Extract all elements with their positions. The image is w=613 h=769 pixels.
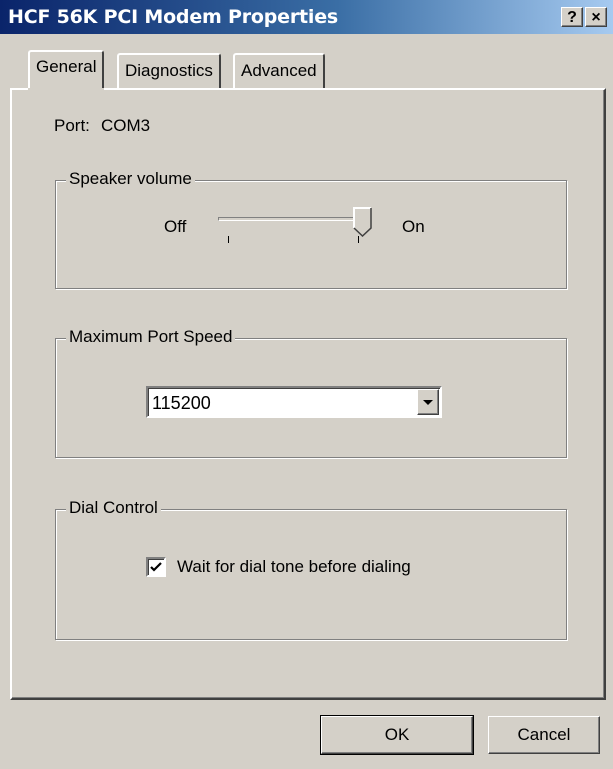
port-speed-title: Maximum Port Speed bbox=[66, 327, 236, 347]
speaker-volume-thumb[interactable] bbox=[353, 207, 373, 237]
check-icon bbox=[150, 562, 162, 572]
speaker-off-label: Off bbox=[164, 217, 187, 236]
speaker-volume-group: Speaker volume bbox=[55, 169, 567, 289]
wait-dial-tone-checkbox[interactable] bbox=[146, 557, 166, 577]
port-speed-value: 115200 bbox=[152, 393, 211, 413]
port-label: Port: bbox=[54, 116, 90, 135]
speaker-on-label: On bbox=[402, 217, 425, 236]
slider-tick-min bbox=[228, 236, 229, 243]
wait-dial-tone-label[interactable]: Wait for dial tone before dialing bbox=[177, 557, 411, 577]
slider-tick-max bbox=[358, 236, 359, 243]
port-speed-dropdown-button[interactable] bbox=[417, 389, 439, 415]
speaker-volume-title: Speaker volume bbox=[66, 169, 195, 189]
dial-control-title: Dial Control bbox=[66, 498, 161, 518]
chevron-down-icon bbox=[423, 400, 433, 405]
port-speed-select[interactable]: 115200 bbox=[146, 386, 442, 418]
speaker-volume-track[interactable] bbox=[218, 217, 368, 221]
port-value: COM3 bbox=[101, 116, 151, 135]
